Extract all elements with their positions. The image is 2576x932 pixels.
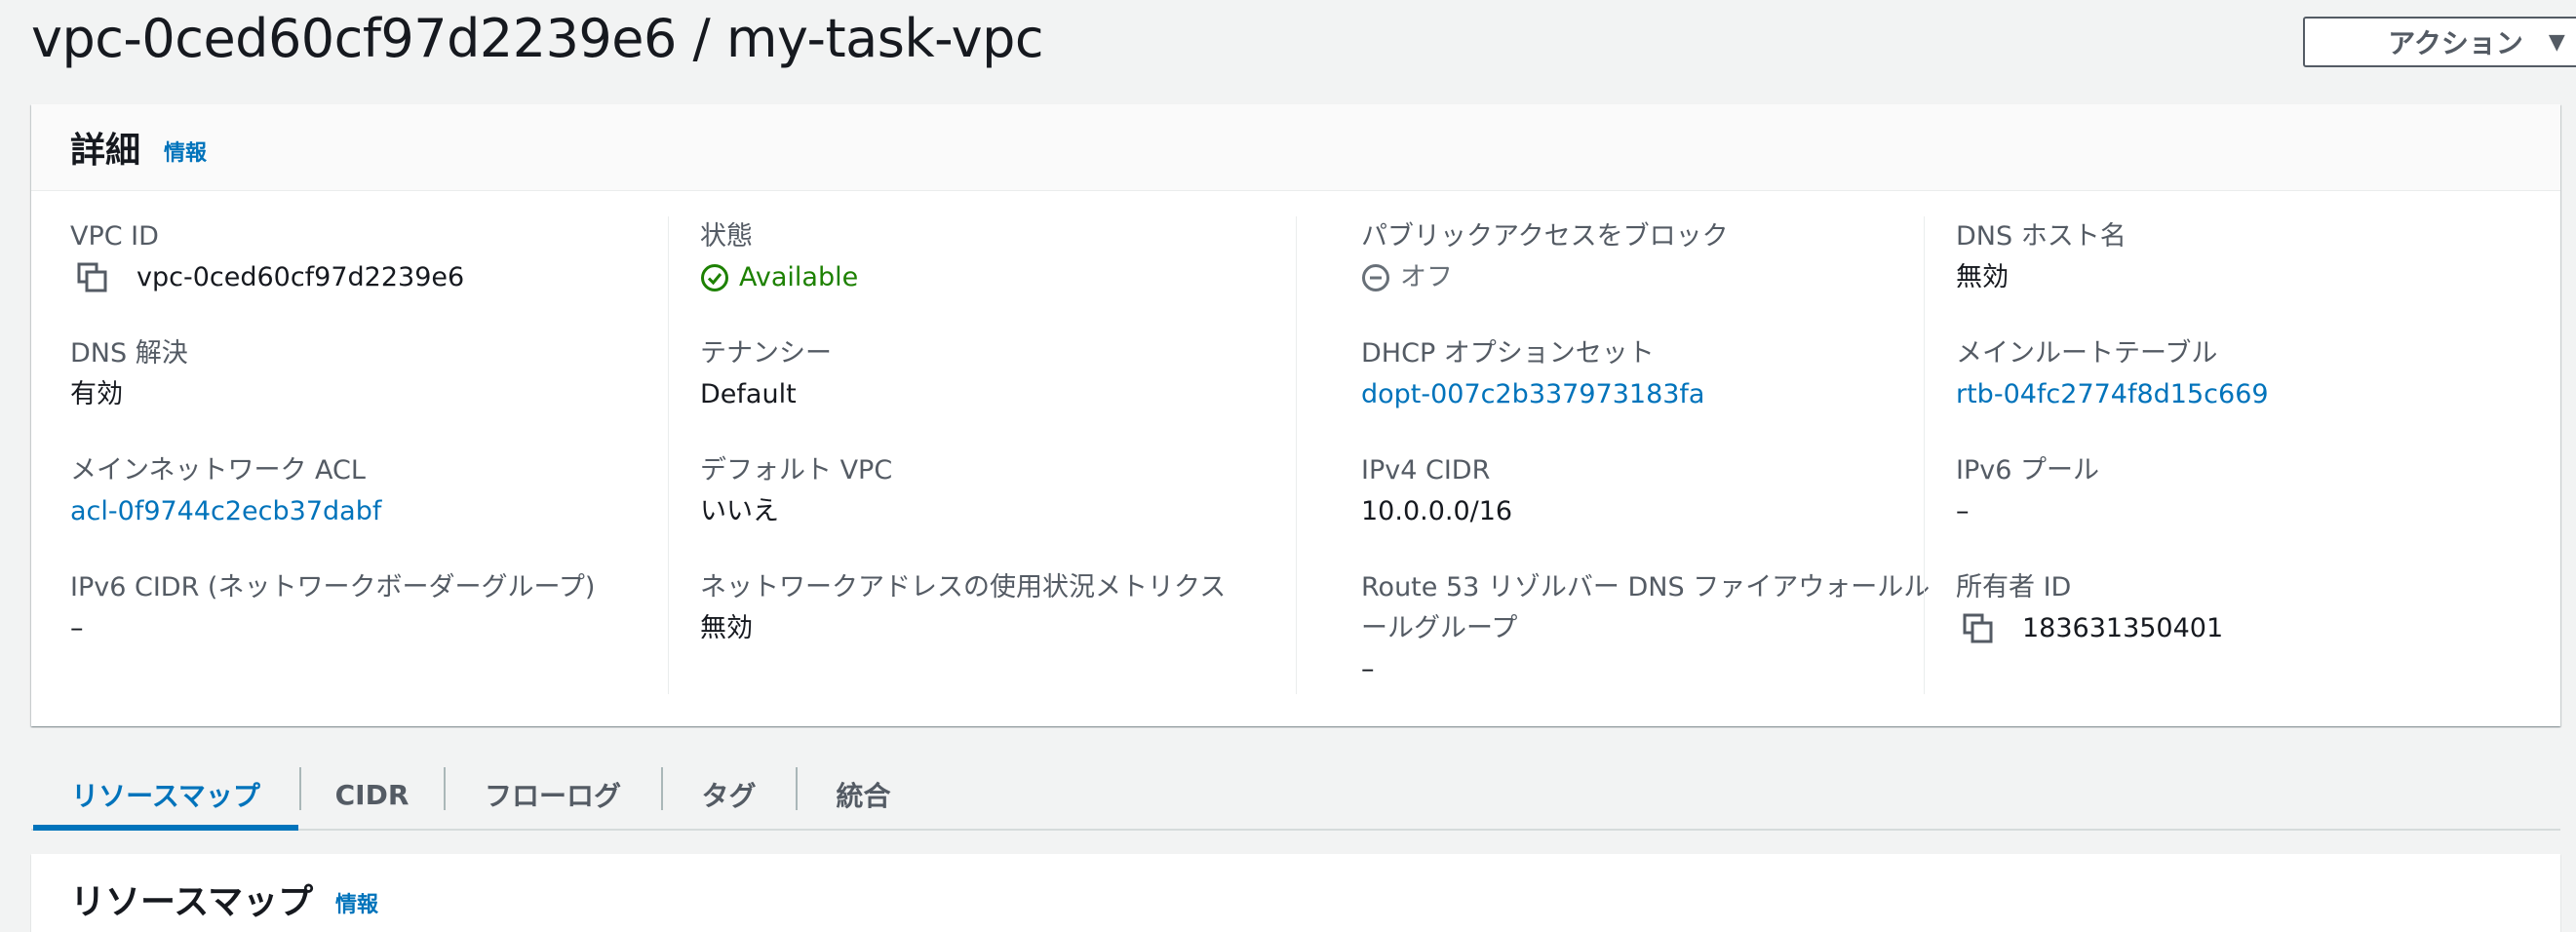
copy-icon[interactable] <box>76 261 109 294</box>
block-public-access-text: オフ <box>1400 262 1453 292</box>
main-network-acl-label: メインネットワーク ACL <box>70 455 366 485</box>
field-owner-id: 所有者 ID 183631350401 <box>1956 567 2541 649</box>
main-route-table-label: メインルートテーブル <box>1956 338 2218 369</box>
caret-down-icon: ▼ <box>2548 29 2565 55</box>
ipv4-cidr-label: IPv4 CIDR <box>1361 455 1491 485</box>
dns-hostnames-label: DNS ホスト名 <box>1956 221 2127 252</box>
field-dns-resolution: DNS 解決 有効 <box>70 333 655 415</box>
route53-firewall-label-line2: ールグループ <box>1361 613 1518 643</box>
field-block-public-access: パブリックアクセスをブロック オフ <box>1361 216 1946 298</box>
actions-button[interactable]: アクション ▼ <box>2303 17 2576 67</box>
route53-firewall-label-line1: Route 53 リゾルバー DNS ファイアウォールル <box>1361 572 1931 602</box>
details-column-4: DNS ホスト名 無効 メインルートテーブル rtb-04fc2774f8d15… <box>1924 216 2528 694</box>
tab-resource-map[interactable]: リソースマップ <box>33 760 298 829</box>
resource-map-panel: リソースマップ 情報 <box>31 854 2560 932</box>
field-main-route-table: メインルートテーブル rtb-04fc2774f8d15c669 <box>1956 333 2541 415</box>
ipv4-cidr-value: 10.0.0.0/16 <box>1361 496 1513 526</box>
state-value: Available <box>700 257 1285 298</box>
minus-circle-icon <box>1361 263 1390 292</box>
page-title: vpc-0ced60cf97d2239e6 / my-task-vpc <box>31 8 1044 69</box>
details-title: 詳細 <box>70 131 141 171</box>
field-route53-firewall: Route 53 リゾルバー DNS ファイアウォールル ールグループ – <box>1361 567 1946 690</box>
dns-resolution-value: 有効 <box>70 379 123 409</box>
resource-map-info-link[interactable]: 情報 <box>335 887 378 918</box>
block-public-access-label: パブリックアクセスをブロック <box>1361 221 1729 252</box>
owner-id-text: 183631350401 <box>2022 613 2224 643</box>
main-network-acl-link[interactable]: acl-0f9744c2ecb37dabf <box>70 491 655 532</box>
tenancy-label: テナンシー <box>700 338 832 369</box>
state-label: 状態 <box>700 221 753 252</box>
block-public-access-value: オフ <box>1361 257 1946 298</box>
details-column-1: VPC ID vpc-0ced60cf97d2239e6 DNS 解決 有効 メ… <box>70 216 699 694</box>
details-header: 詳細 情報 <box>31 104 2560 191</box>
network-address-metrics-value: 無効 <box>700 613 753 643</box>
check-circle-icon <box>700 263 729 292</box>
ipv6-cidr-value: – <box>70 613 84 643</box>
tenancy-value: Default <box>700 379 797 409</box>
details-column-2: 状態 Available テナンシー Default デフォルト VPC いいえ… <box>668 216 1297 694</box>
details-panel: 詳細 情報 VPC ID vpc-0ced60cf97d2239e6 DNS 解… <box>31 104 2560 726</box>
dhcp-options-label: DHCP オプションセット <box>1361 338 1655 369</box>
field-network-address-metrics: ネットワークアドレスの使用状況メトリクス 無効 <box>700 567 1285 649</box>
tab-tags[interactable]: タグ <box>663 760 795 829</box>
owner-id-label: 所有者 ID <box>1956 572 2072 602</box>
ipv6-pool-label: IPv6 プール <box>1956 455 2099 485</box>
field-default-vpc: デフォルト VPC いいえ <box>700 450 1285 532</box>
actions-button-label: アクション <box>2388 27 2523 59</box>
field-dhcp-options: DHCP オプションセット dopt-007c2b337973183fa <box>1361 333 1946 415</box>
default-vpc-label: デフォルト VPC <box>700 455 893 485</box>
dns-hostnames-value: 無効 <box>1956 262 2009 292</box>
ipv6-cidr-label: IPv6 CIDR (ネットワークボーダーグループ) <box>70 572 596 602</box>
vpc-id-text: vpc-0ced60cf97d2239e6 <box>137 262 465 292</box>
field-ipv6-cidr: IPv6 CIDR (ネットワークボーダーグループ) – <box>70 567 655 649</box>
dns-resolution-label: DNS 解決 <box>70 338 188 369</box>
ipv6-pool-value: – <box>1956 496 1970 526</box>
main-route-table-link[interactable]: rtb-04fc2774f8d15c669 <box>1956 374 2541 415</box>
details-info-link[interactable]: 情報 <box>164 136 207 167</box>
tab-flow-logs[interactable]: フローログ <box>446 760 660 829</box>
owner-id-value: 183631350401 <box>1956 608 2541 649</box>
field-tenancy: テナンシー Default <box>700 333 1285 415</box>
route53-firewall-value: – <box>1361 654 1375 684</box>
copy-icon[interactable] <box>1962 612 1995 645</box>
field-vpc-id: VPC ID vpc-0ced60cf97d2239e6 <box>70 216 655 298</box>
tab-cidr[interactable]: CIDR <box>301 760 443 829</box>
vpc-id-value: vpc-0ced60cf97d2239e6 <box>70 257 655 298</box>
field-ipv4-cidr: IPv4 CIDR 10.0.0.0/16 <box>1361 450 1946 532</box>
field-ipv6-pool: IPv6 プール – <box>1956 450 2541 532</box>
active-tab-indicator <box>33 825 298 831</box>
field-dns-hostnames: DNS ホスト名 無効 <box>1956 216 2541 298</box>
resource-map-title: リソースマップ <box>70 882 314 922</box>
field-main-network-acl: メインネットワーク ACL acl-0f9744c2ecb37dabf <box>70 450 655 532</box>
default-vpc-value: いいえ <box>700 496 779 526</box>
state-text: Available <box>739 262 859 292</box>
tab-integrations[interactable]: 統合 <box>798 760 929 829</box>
network-address-metrics-label: ネットワークアドレスの使用状況メトリクス <box>700 572 1227 602</box>
tab-bar: リソースマップ CIDR フローログ タグ 統合 <box>31 760 2560 831</box>
dhcp-options-link[interactable]: dopt-007c2b337973183fa <box>1361 374 1946 415</box>
details-columns: VPC ID vpc-0ced60cf97d2239e6 DNS 解決 有効 メ… <box>31 216 2560 694</box>
vpc-id-label: VPC ID <box>70 221 159 252</box>
details-column-3: パブリックアクセスをブロック オフ DHCP オプションセット dopt-007… <box>1296 216 1930 694</box>
field-state: 状態 Available <box>700 216 1285 298</box>
